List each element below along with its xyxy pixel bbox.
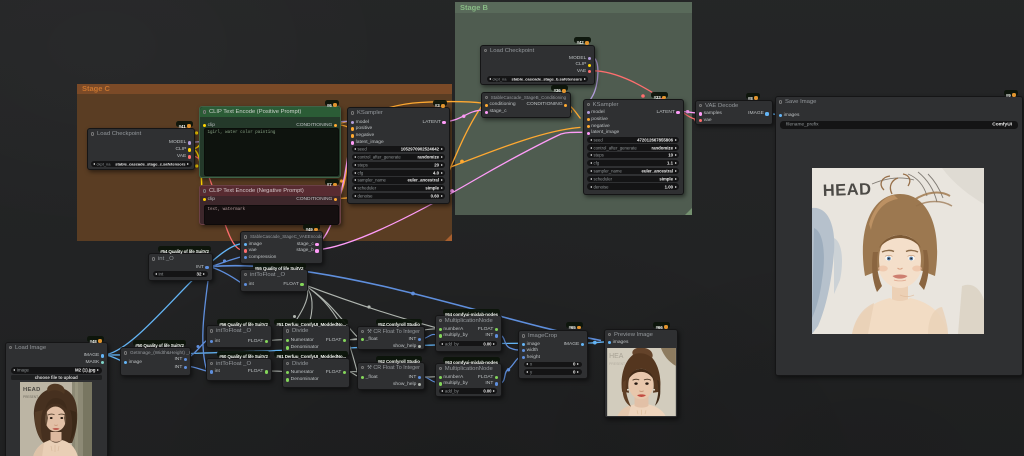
svg-text:HEAD: HEAD — [23, 387, 41, 393]
svg-text:HEAD: HEAD — [822, 180, 871, 200]
svg-text:HEA: HEA — [609, 353, 624, 360]
svg-text:PRESENT: PRESENT — [609, 362, 625, 366]
svg-text:PRESENT: PRESENT — [23, 395, 38, 399]
